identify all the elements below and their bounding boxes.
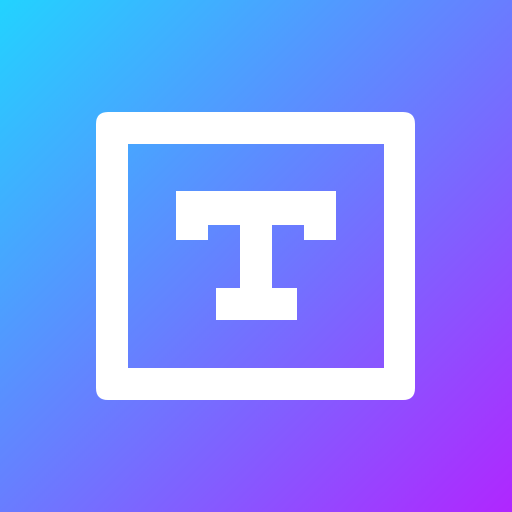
text-t-glyph	[176, 191, 336, 320]
text-box-icon	[96, 112, 415, 400]
text-box-app-icon[interactable]	[0, 0, 512, 512]
